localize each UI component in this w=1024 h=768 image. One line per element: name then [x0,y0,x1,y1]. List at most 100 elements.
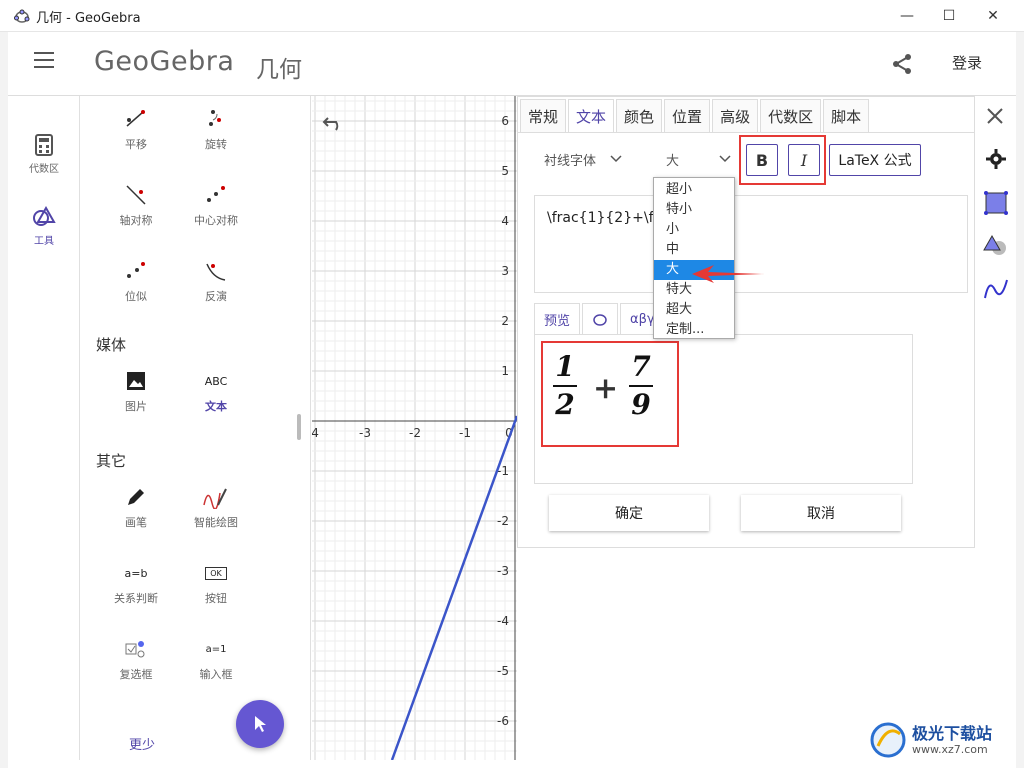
dilate-icon [127,262,145,278]
tools-scrollbar[interactable] [297,414,301,440]
y-tick-label: -2 [497,514,509,528]
dropdown-option[interactable]: 超小 [654,180,734,200]
tool-input-box[interactable]: a=1 输入框 [176,634,256,682]
reflect-line-icon [126,185,146,205]
maximize-button[interactable]: ☐ [926,0,972,32]
freehand-icon [203,488,227,509]
latex-button[interactable]: LaTeX 公式 [829,144,921,176]
tool-pen[interactable]: 画笔 [96,482,176,530]
left-rail: 代数区 工具 [8,96,80,760]
properties-panel: 常规 文本 颜色 位置 高级 代数区 脚本 衬线字体 大 B I LaTeX 公式 \fra… [517,96,976,548]
cancel-button[interactable]: 取消 [741,495,901,531]
checkbox-icon [125,641,145,658]
minimize-button[interactable]: — [884,0,930,32]
font-size-select[interactable]: 大 [666,145,731,173]
geogebra-object-icon [593,313,607,326]
background-window-edge [1016,32,1024,768]
window-titlebar: 几何 - GeoGebra — ☐ ✕ [0,0,1024,32]
preview-tabs: 预览 αβγ [534,303,667,335]
tool-image[interactable]: 图片 [96,366,176,414]
cursor-icon [255,716,266,732]
tab-2[interactable]: 颜色 [616,99,663,132]
dropdown-option[interactable]: 特小 [654,200,734,220]
rail-tools[interactable]: 工具 [8,206,80,247]
text-icon: ABC [204,374,228,388]
gear-icon[interactable] [985,148,1007,170]
tool-relation[interactable]: a=b 关系判断 [96,558,176,606]
background-window-edge [0,32,8,768]
tab-0[interactable]: 常规 [520,99,567,132]
italic-button[interactable]: I [788,144,820,176]
red-arrow-annotation [692,265,764,283]
tab-objects[interactable] [582,303,619,335]
close-panel-icon[interactable] [985,106,1005,126]
font-family-select[interactable]: 衬线字体 [544,145,622,173]
shapes-icon[interactable] [983,234,1009,258]
square-object-icon[interactable] [983,190,1009,216]
tool-translate[interactable]: 平移 [96,104,176,152]
tab-3[interactable]: 位置 [664,99,711,132]
graphics-view[interactable]: 6 5 4 3 2 1 -1 -2 -3 -4 -5 -6 4 -3 -2 -1 0 [312,96,517,760]
tool-dilate[interactable]: 位似 [96,256,176,304]
y-tick-label: -5 [497,664,509,678]
dropdown-option[interactable]: 定制... [654,320,734,340]
y-tick-label: -6 [497,714,509,728]
button-icon: OK [205,566,227,580]
tool-text[interactable]: ABC 文本 [176,366,256,414]
latex-preview: 12 + 79 [534,334,913,484]
right-toolbar [975,96,1016,760]
tools-panel: 平移 旋转 轴对称 中心对称 位似 反演 媒体 图片 ABC 文本 其它 画笔 … [81,96,311,760]
y-tick-label: 4 [501,214,509,228]
tool-reflect-line[interactable]: 轴对称 [96,180,176,228]
rail-algebra-label: 代数区 [29,164,59,175]
function-curve-icon[interactable] [983,276,1009,302]
translate-icon [126,110,145,127]
close-window-button[interactable]: ✕ [970,0,1016,32]
tab-1[interactable]: 文本 [568,99,615,132]
y-tick-label: -3 [497,564,509,578]
tool-checkbox[interactable]: 复选框 [96,634,176,682]
tab-5[interactable]: 代数区 [760,99,822,132]
menu-icon[interactable] [34,52,54,68]
x-tick-label: -3 [359,426,371,440]
tool-button[interactable]: OK 按钮 [176,558,256,606]
geogebra-app-icon [14,9,30,23]
x-tick-label: -2 [409,426,421,440]
tools-icon [33,206,56,226]
share-icon[interactable] [890,52,914,76]
calculator-icon [35,134,53,156]
bold-button[interactable]: B [746,144,778,176]
rail-algebra[interactable]: 代数区 [8,134,80,175]
section-media-title: 媒体 [96,336,127,354]
dropdown-option[interactable]: 中 [654,240,734,260]
tool-rotate[interactable]: 旋转 [176,104,256,152]
ok-button[interactable]: 确定 [549,495,709,531]
window-title: 几何 - GeoGebra [36,11,141,26]
rotate-icon [209,110,221,126]
y-tick-label: 6 [501,114,509,128]
show-less-button[interactable]: 更少 [129,734,155,753]
chevron-down-icon [719,155,731,163]
tab-6[interactable]: 脚本 [823,99,870,132]
font-size-dropdown: 超小 特小小中大特大 超大 定制... [653,177,735,339]
undo-icon[interactable] [322,114,346,132]
watermark-name: 极光下载站 [912,723,993,743]
relation-icon: a=b [124,566,148,580]
section-other-title: 其它 [96,452,127,470]
dropdown-option[interactable]: 小 [654,220,734,240]
dropdown-option[interactable]: 超大 [654,300,734,320]
tab-4[interactable]: 高级 [712,99,759,132]
tool-invert[interactable]: 反演 [176,256,256,304]
y-tick-label: -4 [497,614,509,628]
y-tick-label: 3 [501,264,509,278]
reflect-point-icon [207,186,225,202]
coordinate-grid: 654321-1-2-3-4-5-64 -3 -2 -1 0 [312,96,517,760]
move-tool-fab[interactable] [236,700,284,748]
input-box-icon: a=1 [205,643,227,655]
tab-preview[interactable]: 预览 [534,303,581,335]
x-tick-label: 4 [312,426,319,440]
login-button[interactable]: 登录 [952,52,982,73]
tool-reflect-point[interactable]: 中心对称 [176,180,256,228]
tool-freehand[interactable]: 智能绘图 [176,482,256,530]
x-tick-label: -1 [459,426,471,440]
